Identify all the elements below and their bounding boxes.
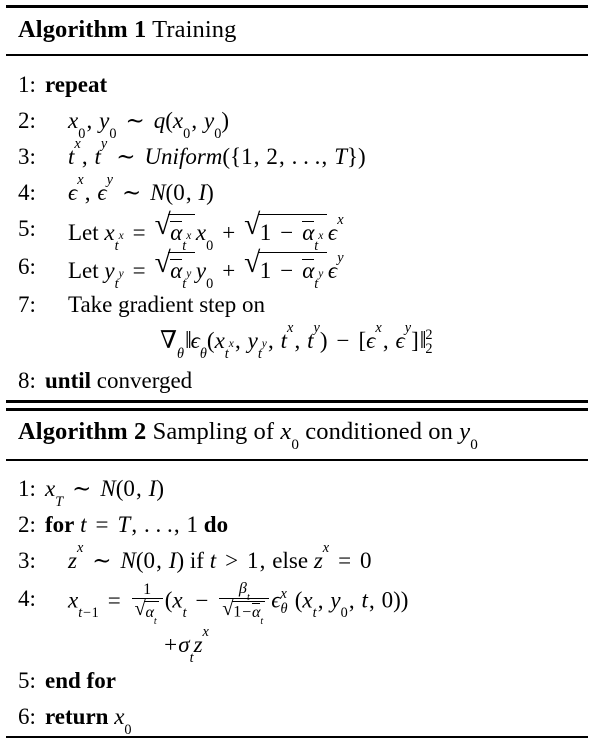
line-content: xT ∼ N(0, I) — [45, 476, 165, 510]
algorithm-2-line-5: 5: end for — [0, 664, 592, 698]
line-number: 8: — [18, 368, 36, 393]
algorithm-1-title: Algorithm 1 Training — [18, 16, 237, 43]
line-number: 5: — [18, 668, 36, 693]
line-number: 4: — [18, 180, 36, 205]
algorithm-1-line-6: 6: Let yty = √ αty y0 + √ 1 − αty ϵy — [0, 248, 592, 291]
algorithm-1-header-rule — [6, 54, 588, 56]
algorithm-2-line-4-continuation: +σtzx — [0, 624, 592, 666]
line-number: 2: — [18, 512, 36, 537]
line-content: ∇θ‖ϵθ(xtx, yty, tx, ty) − [ϵx, ϵy]‖ 2 2 — [160, 320, 433, 362]
algorithm-2-title-keyword: Algorithm 2 — [18, 418, 147, 445]
line-number: 7: — [18, 292, 36, 317]
line-content: end for — [45, 668, 116, 693]
line-content: Let xtx = √ αtx x0 + √ 1 − αtx ϵx — [68, 208, 344, 254]
line-content: until converged — [45, 368, 193, 393]
line-content: repeat — [45, 72, 108, 97]
line-number: 1: — [18, 72, 36, 97]
algorithm-2-header-rule — [6, 459, 588, 461]
algorithm-2-title-caption: Sampling of x0 conditioned on y0 — [152, 418, 478, 454]
line-content: x0, y0 ∼ q(x0, y0) — [68, 108, 229, 142]
line-content: Let yty = √ αty y0 + √ 1 − αty ϵy — [68, 246, 344, 292]
algorithm-2-line-4: 4: xt−1 = 1 √ αt (xt − βt √ 1−αt ϵ x θ (xt, y0, t… — [0, 580, 592, 626]
algorithm-1-title-keyword: Algorithm 1 — [18, 16, 147, 43]
algorithm-2-line-3: 3: zx ∼ N(0, I) if t > 1, else zx = 0 — [0, 540, 592, 578]
line-number: 5: — [18, 216, 36, 241]
algorithm-1-bottom-rule — [6, 400, 588, 403]
algorithm-2-line-1: 1: xT ∼ N(0, I) — [0, 472, 592, 510]
line-content: ϵx, ϵy ∼ N(0, I) — [68, 172, 214, 205]
algorithm-figure-page: Algorithm 1 Training 1: repeat 2: x0, y0… — [0, 0, 592, 742]
algorithm-2-line-6: 6: return x0 — [0, 700, 592, 738]
line-number: 1: — [18, 476, 36, 501]
algorithm-2-bottom-rule — [6, 736, 588, 738]
line-number: 6: — [18, 704, 36, 729]
line-number: 3: — [18, 548, 36, 573]
algorithm-1-line-3: 3: tx, ty ∼ Uniform({1, 2, . . ., T}) — [0, 136, 592, 174]
line-number: 2: — [18, 108, 36, 133]
algorithm-1-line-4: 4: ϵx, ϵy ∼ N(0, I) — [0, 172, 592, 210]
line-content: xt−1 = 1 √ αt (xt − βt √ 1−αt ϵ x θ (xt, y0, t, 0… — [68, 580, 409, 627]
line-content: for t = T, . . ., 1 do — [45, 512, 229, 537]
algorithm-1-line-2: 2: x0, y0 ∼ q(x0, y0) — [0, 104, 592, 142]
line-content: return x0 — [45, 704, 132, 738]
algorithm-1-line-1: 1: repeat — [0, 68, 592, 102]
algorithm-2-line-2: 2: for t = T, . . ., 1 do — [0, 508, 592, 542]
algorithm-2-top-rule — [6, 408, 588, 411]
algorithm-1-line-5: 5: Let xtx = √ αtx x0 + √ 1 − αtx ϵx — [0, 210, 592, 253]
line-content: tx, ty ∼ Uniform({1, 2, . . ., T}) — [68, 136, 366, 169]
algorithm-1-line-8: 8: until converged — [0, 364, 592, 398]
algorithm-1-top-rule — [6, 5, 588, 8]
algorithm-1-title-caption: Training — [152, 16, 237, 43]
algorithm-2-title: Algorithm 2 Sampling of x0 conditioned o… — [18, 418, 478, 454]
algorithm-1-line-7-expression: ∇θ‖ϵθ(xtx, yty, tx, ty) − [ϵx, ϵy]‖ 2 2 — [0, 320, 592, 362]
line-content: Take gradient step on — [68, 292, 266, 317]
line-number: 4: — [18, 586, 36, 611]
line-number: 6: — [18, 254, 36, 279]
algorithm-1-line-7: 7: Take gradient step on — [0, 288, 592, 322]
line-number: 3: — [18, 144, 36, 169]
line-content: +σtzx — [164, 624, 209, 666]
line-content: zx ∼ N(0, I) if t > 1, else zx = 0 — [68, 540, 372, 573]
